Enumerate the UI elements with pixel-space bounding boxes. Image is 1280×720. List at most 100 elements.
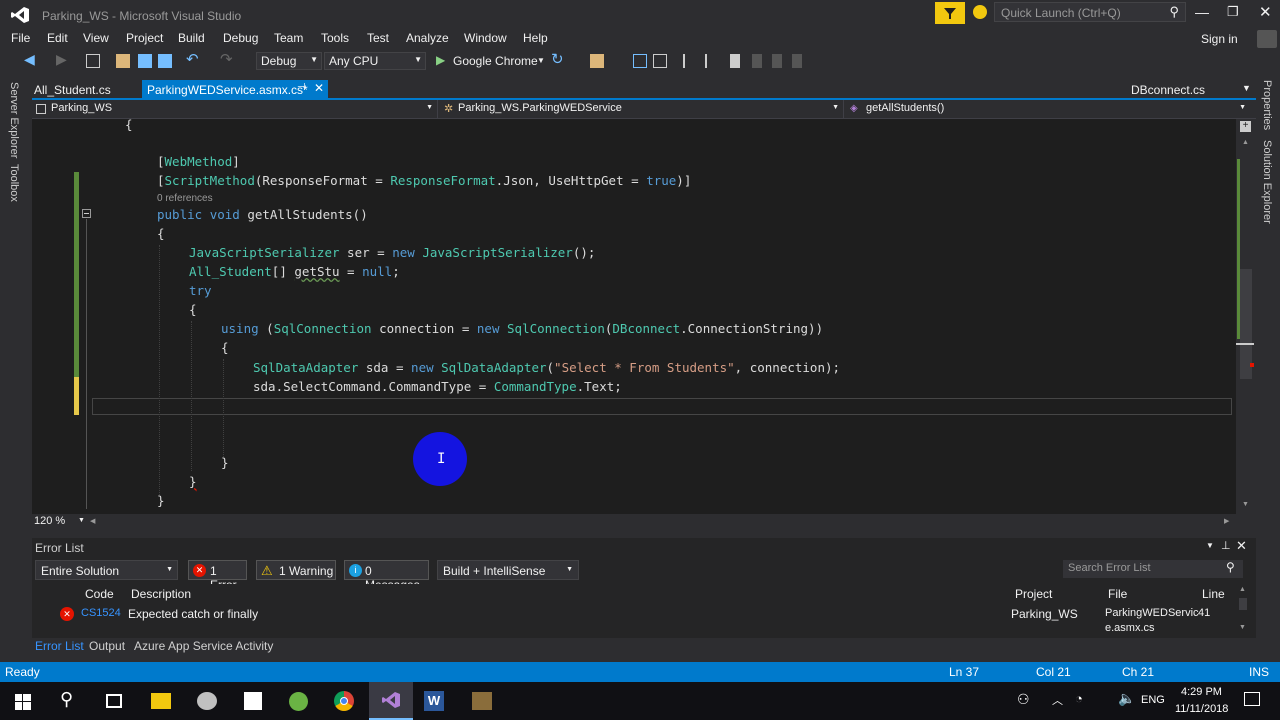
- toolbox-tab[interactable]: Toolbox: [8, 164, 20, 202]
- tab-error-list[interactable]: Error List: [35, 639, 84, 653]
- quick-launch-input[interactable]: Quick Launch (Ctrl+Q) ⚲: [994, 2, 1186, 22]
- bookmark-icon[interactable]: [730, 54, 740, 68]
- forward-icon[interactable]: ▶: [56, 51, 70, 67]
- word-icon[interactable]: W: [424, 691, 444, 711]
- messages-filter-button[interactable]: i 0 Messages: [344, 560, 429, 592]
- redo-icon[interactable]: ↷: [220, 50, 234, 68]
- save-icon[interactable]: [138, 54, 152, 68]
- menu-help[interactable]: Help: [523, 31, 548, 45]
- close-icon[interactable]: ✕: [314, 81, 324, 95]
- menu-tools[interactable]: Tools: [321, 31, 349, 45]
- member-dropdown[interactable]: ◈ getAllStudents() ▼: [846, 100, 1256, 118]
- search-error-list-input[interactable]: Search Error List ⚲: [1063, 560, 1243, 578]
- warnings-filter-button[interactable]: ⚠ 1 Warning: [256, 560, 336, 580]
- zoom-level[interactable]: 120 %: [34, 515, 65, 527]
- sign-in-link[interactable]: Sign in: [1201, 32, 1238, 46]
- pin-icon[interactable]: ⊣: [297, 82, 306, 93]
- snipping-tool-icon[interactable]: [244, 692, 262, 710]
- menu-debug[interactable]: Debug: [223, 31, 258, 45]
- back-icon[interactable]: ◀: [24, 51, 38, 67]
- tab-azure-activity[interactable]: Azure App Service Activity: [134, 639, 273, 653]
- menu-window[interactable]: Window: [464, 31, 507, 45]
- comment-icon[interactable]: [683, 54, 697, 68]
- close-button[interactable]: ✕: [1259, 3, 1272, 21]
- menu-file[interactable]: File: [11, 31, 30, 45]
- scroll-left-icon[interactable]: ◀: [90, 517, 95, 525]
- step-into-icon[interactable]: [633, 54, 647, 68]
- tab-output[interactable]: Output: [89, 639, 125, 653]
- column-header-project[interactable]: Project: [1015, 587, 1052, 601]
- tab-parkingwedservice[interactable]: ParkingWEDService.asmx.cs* ⊣ ✕: [142, 80, 328, 99]
- scroll-up-icon[interactable]: ▲: [1242, 139, 1249, 146]
- notification-filter-icon[interactable]: [935, 2, 965, 24]
- tray-chevron-icon[interactable]: ︿: [1052, 692, 1063, 708]
- next-bookmark-icon[interactable]: [772, 54, 782, 68]
- configuration-dropdown[interactable]: Debug ▼: [256, 52, 322, 70]
- error-list-scrollbar[interactable]: ▲ ▼: [1238, 586, 1248, 636]
- menu-view[interactable]: View: [83, 31, 109, 45]
- properties-tab[interactable]: Properties: [1261, 80, 1273, 130]
- editor-vertical-scrollbar[interactable]: + ▲ ▼: [1236, 119, 1256, 514]
- build-filter-dropdown[interactable]: Build + IntelliSense ▼: [437, 560, 579, 580]
- tab-overflow-icon[interactable]: ▼: [1242, 83, 1251, 93]
- column-header-line[interactable]: Line: [1202, 587, 1225, 601]
- refresh-icon[interactable]: ↻: [551, 50, 565, 68]
- step-over-icon[interactable]: [653, 54, 667, 68]
- clear-bookmarks-icon[interactable]: [792, 54, 802, 68]
- menu-edit[interactable]: Edit: [47, 31, 68, 45]
- people-icon[interactable]: ⚇: [1017, 691, 1030, 708]
- column-header-description[interactable]: Description: [131, 587, 191, 601]
- undo-icon[interactable]: ↶: [186, 50, 200, 68]
- tab-all-student[interactable]: All_Student.cs: [32, 80, 142, 99]
- project-dropdown[interactable]: Parking_WS ▼: [32, 100, 438, 118]
- code-editor[interactable]: { [WebMethod] [ScriptMethod(ResponseForm…: [32, 119, 1256, 514]
- server-explorer-tab[interactable]: Server Explorer: [8, 82, 20, 158]
- paint-app-icon[interactable]: [197, 692, 217, 710]
- error-code-link[interactable]: CS1524: [81, 607, 121, 619]
- tools-app-icon[interactable]: [472, 692, 492, 710]
- scroll-down-icon[interactable]: ▼: [1242, 501, 1249, 508]
- chevron-down-icon[interactable]: ▼: [78, 517, 85, 524]
- visual-studio-taskbar-icon[interactable]: [369, 682, 413, 720]
- solution-explorer-tab[interactable]: Solution Explorer: [1261, 140, 1273, 224]
- panel-options-icon[interactable]: ▼: [1206, 541, 1214, 550]
- table-row[interactable]: ✕ CS1524 Expected catch or finally Parki…: [32, 604, 1236, 636]
- start-debugging-button[interactable]: ▶ Google Chrome ▼: [434, 52, 546, 70]
- tab-dbconnect[interactable]: DBconnect.cs: [1127, 80, 1217, 99]
- clock-time[interactable]: 4:29 PM: [1181, 686, 1222, 698]
- pin-icon[interactable]: ⊥: [1221, 539, 1231, 552]
- codelens-references[interactable]: 0 references: [157, 193, 213, 204]
- windows-start-icon[interactable]: [15, 694, 31, 710]
- account-icon[interactable]: [1257, 30, 1277, 48]
- task-view-icon[interactable]: [106, 694, 122, 708]
- notifications-icon[interactable]: [1244, 692, 1260, 706]
- save-all-icon[interactable]: [158, 54, 172, 68]
- file-explorer-icon[interactable]: [151, 693, 171, 709]
- prev-bookmark-icon[interactable]: [752, 54, 762, 68]
- menu-team[interactable]: Team: [274, 31, 303, 45]
- menu-test[interactable]: Test: [367, 31, 389, 45]
- input-language[interactable]: ENG: [1141, 694, 1165, 706]
- chrome-icon[interactable]: [334, 691, 354, 711]
- search-icon[interactable]: ⚲: [60, 689, 73, 710]
- platform-dropdown[interactable]: Any CPU ▼: [324, 52, 426, 70]
- open-file-icon[interactable]: [116, 54, 130, 68]
- close-icon[interactable]: ✕: [1236, 538, 1247, 554]
- new-project-icon[interactable]: [86, 54, 100, 68]
- class-dropdown[interactable]: ✲ Parking_WS.ParkingWEDService ▼: [440, 100, 844, 118]
- uncomment-icon[interactable]: [705, 54, 719, 68]
- android-studio-icon[interactable]: [289, 692, 308, 711]
- collapse-outline-icon[interactable]: [82, 209, 91, 218]
- column-header-code[interactable]: Code: [85, 587, 114, 601]
- scroll-right-icon[interactable]: ▶: [1224, 517, 1229, 525]
- minimize-button[interactable]: —: [1195, 4, 1209, 20]
- menu-project[interactable]: Project: [126, 31, 163, 45]
- menu-build[interactable]: Build: [178, 31, 205, 45]
- split-editor-icon[interactable]: +: [1240, 121, 1251, 132]
- scope-dropdown[interactable]: Entire Solution ▼: [35, 560, 178, 580]
- maximize-button[interactable]: ❐: [1227, 4, 1239, 20]
- menu-analyze[interactable]: Analyze: [406, 31, 449, 45]
- feedback-smiley-icon[interactable]: [973, 5, 987, 19]
- volume-icon[interactable]: 🔈: [1118, 690, 1135, 707]
- errors-filter-button[interactable]: ✕ 1 Error: [188, 560, 247, 592]
